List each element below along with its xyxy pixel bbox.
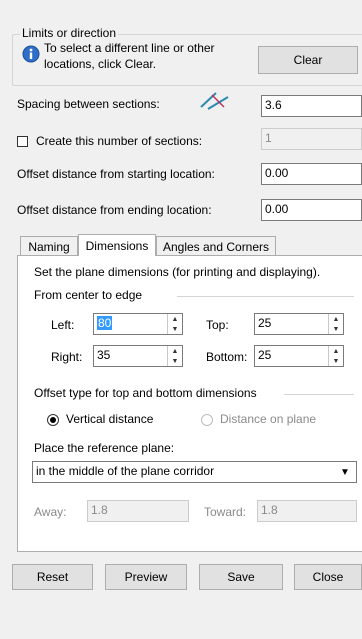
preview-button[interactable]: Preview: [105, 564, 187, 590]
left-spinner[interactable]: ▲ ▼: [167, 314, 182, 334]
top-label: Top:: [206, 318, 229, 332]
tab-dimensions[interactable]: Dimensions: [78, 234, 156, 256]
center-edge-divider: [177, 296, 354, 297]
toward-label: Toward:: [204, 505, 247, 519]
offset-type-divider: [284, 394, 354, 395]
distance-on-plane-label[interactable]: Distance on plane: [220, 412, 316, 426]
bottom-spinner[interactable]: ▲ ▼: [328, 346, 343, 366]
tab-naming[interactable]: Naming: [20, 236, 78, 256]
reference-plane-select[interactable]: in the middle of the plane corridor: [32, 461, 357, 483]
limits-group-title: Limits or direction: [20, 26, 119, 40]
spacing-label: Spacing between sections:: [17, 97, 160, 111]
offset-end-input[interactable]: 0.00: [261, 199, 362, 221]
left-value: 80: [97, 316, 113, 330]
info-icon: [22, 45, 40, 63]
save-button[interactable]: Save: [199, 564, 283, 590]
away-input[interactable]: 1.8: [87, 500, 189, 522]
sections-count-input[interactable]: 1: [261, 128, 362, 150]
vertical-distance-label[interactable]: Vertical distance: [66, 412, 153, 426]
create-sections-label[interactable]: Create this number of sections:: [36, 134, 202, 148]
reference-plane-value: in the middle of the plane corridor: [36, 464, 215, 478]
right-spinner[interactable]: ▲ ▼: [167, 346, 182, 366]
bottom-label: Bottom:: [206, 350, 248, 364]
right-spin-up[interactable]: ▲: [168, 346, 182, 356]
offset-end-label: Offset distance from ending location:: [17, 203, 212, 217]
left-label: Left:: [51, 318, 75, 332]
offset-start-label: Offset distance from starting location:: [17, 167, 215, 181]
away-label: Away:: [34, 505, 67, 519]
right-label: Right:: [51, 350, 83, 364]
center-edge-title: From center to edge: [34, 288, 143, 302]
right-spin-down[interactable]: ▼: [168, 356, 182, 366]
tab-angles-corners[interactable]: Angles and Corners: [156, 236, 276, 256]
clear-button[interactable]: Clear: [258, 46, 358, 74]
spacing-input[interactable]: 3.6: [261, 95, 362, 117]
limits-info-text: To select a different line or other loca…: [44, 41, 215, 71]
reset-button[interactable]: Reset: [12, 564, 93, 590]
bottom-spin-down[interactable]: ▼: [329, 356, 343, 366]
left-spin-down[interactable]: ▼: [168, 324, 182, 334]
vertical-distance-radio[interactable]: [47, 414, 59, 426]
pick-spacing-icon[interactable]: [198, 89, 232, 111]
toward-input[interactable]: 1.8: [257, 500, 357, 522]
offset-start-input[interactable]: 0.00: [261, 163, 362, 185]
left-spin-up[interactable]: ▲: [168, 314, 182, 324]
top-spinner[interactable]: ▲ ▼: [328, 314, 343, 334]
distance-on-plane-radio[interactable]: [201, 414, 213, 426]
top-spin-down[interactable]: ▼: [329, 324, 343, 334]
top-spin-up[interactable]: ▲: [329, 314, 343, 324]
close-button[interactable]: Close: [294, 564, 362, 590]
bottom-spin-up[interactable]: ▲: [329, 346, 343, 356]
offset-type-title: Offset type for top and bottom dimension…: [34, 386, 257, 400]
chevron-down-icon[interactable]: ▼: [338, 465, 352, 479]
reference-plane-label: Place the reference plane:: [34, 441, 175, 455]
dimensions-description: Set the plane dimensions (for printing a…: [34, 265, 321, 279]
create-sections-checkbox[interactable]: [17, 136, 28, 147]
